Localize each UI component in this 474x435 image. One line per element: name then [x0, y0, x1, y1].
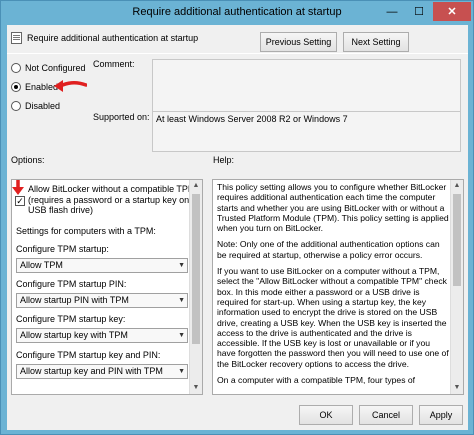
cancel-button[interactable]: Cancel	[359, 405, 413, 425]
chevron-down-icon: ▼	[178, 262, 185, 269]
tpm-key-value: Allow startup key with TPM	[20, 330, 128, 340]
chevron-down-icon: ▼	[178, 297, 185, 304]
annotation-arrow-enabled	[54, 80, 87, 92]
help-scrollbar[interactable]: ▲ ▼	[450, 180, 463, 394]
scroll-thumb[interactable]	[453, 194, 461, 286]
tpm-key-select[interactable]: Allow startup key with TPM ▼	[16, 328, 188, 343]
supported-on-field: At least Windows Server 2008 R2 or Windo…	[152, 111, 461, 152]
scroll-down-icon[interactable]: ▼	[190, 382, 202, 394]
radio-label: Disabled	[25, 101, 61, 111]
help-paragraph: This policy setting allows you to config…	[217, 182, 449, 234]
tpm-pin-label: Configure TPM startup PIN:	[16, 279, 127, 289]
tpm-startup-value: Allow TPM	[20, 260, 63, 270]
help-panel[interactable]: This policy setting allows you to config…	[212, 179, 464, 395]
options-label: Options:	[11, 155, 45, 165]
help-paragraph: If you want to use BitLocker on a comput…	[217, 266, 449, 369]
next-setting-button[interactable]: Next Setting	[343, 32, 409, 52]
scroll-down-icon[interactable]: ▼	[451, 382, 463, 394]
radio-button-selected[interactable]	[11, 82, 21, 92]
previous-setting-button[interactable]: Previous Setting	[260, 32, 337, 52]
allow-without-tpm-checkbox[interactable]: ✓	[15, 196, 25, 206]
allow-without-tpm-label: Allow BitLocker without a compatible TPM…	[28, 184, 197, 216]
chevron-down-icon: ▼	[178, 332, 185, 339]
apply-button[interactable]: Apply	[419, 405, 463, 425]
allow-without-tpm-line1: Allow BitLocker without a compatible TPM	[28, 184, 196, 194]
tpm-startup-label: Configure TPM startup:	[16, 244, 109, 254]
radio-label: Not Configured	[25, 63, 86, 73]
tpm-key-pin-label: Configure TPM startup key and PIN:	[16, 350, 161, 360]
policy-icon	[11, 32, 22, 44]
tpm-settings-heading: Settings for computers with a TPM:	[16, 226, 156, 236]
dialog-window: Require additional authentication at sta…	[0, 0, 474, 435]
header-divider	[7, 53, 468, 54]
radio-disabled[interactable]: Disabled	[11, 101, 60, 111]
radio-not-configured[interactable]: Not Configured	[11, 63, 86, 73]
tpm-key-pin-select[interactable]: Allow startup key and PIN with TPM ▼	[16, 364, 188, 379]
supported-on-label: Supported on:	[93, 112, 150, 122]
tpm-key-label: Configure TPM startup key:	[16, 314, 126, 324]
tpm-key-pin-value: Allow startup key and PIN with TPM	[20, 366, 163, 376]
tpm-pin-select[interactable]: Allow startup PIN with TPM ▼	[16, 293, 188, 308]
options-panel[interactable]: ✓ Allow BitLocker without a compatible T…	[11, 179, 203, 395]
help-paragraph: On a computer with a compatible TPM, fou…	[217, 375, 416, 386]
allow-without-tpm-line3: USB flash drive)	[28, 205, 94, 215]
comment-label: Comment:	[93, 59, 135, 69]
help-text: This policy setting allows you to config…	[217, 182, 450, 391]
help-paragraph: Note: Only one of the additional authent…	[217, 239, 440, 260]
tpm-startup-select[interactable]: Allow TPM ▼	[16, 258, 188, 273]
close-button[interactable]: ✕	[433, 2, 471, 21]
scroll-up-icon[interactable]: ▲	[451, 180, 463, 192]
policy-title: Require additional authentication at sta…	[27, 33, 199, 43]
ok-button[interactable]: OK	[299, 405, 353, 425]
radio-enabled[interactable]: Enabled	[11, 82, 58, 92]
supported-on-value: At least Windows Server 2008 R2 or Windo…	[156, 114, 348, 124]
tpm-pin-value: Allow startup PIN with TPM	[20, 295, 129, 305]
radio-button[interactable]	[11, 101, 21, 111]
scroll-up-icon[interactable]: ▲	[190, 180, 202, 192]
chevron-down-icon: ▼	[178, 368, 185, 375]
dialog-client: Require additional authentication at sta…	[7, 25, 468, 430]
radio-button[interactable]	[11, 63, 21, 73]
help-label: Help:	[213, 155, 235, 165]
maximize-button[interactable]: ☐	[406, 2, 432, 21]
allow-without-tpm-line2: (requires a password or a startup key on…	[28, 194, 197, 205]
options-scrollbar[interactable]: ▲ ▼	[189, 180, 202, 394]
scroll-thumb[interactable]	[192, 194, 200, 344]
title-bar[interactable]: Require additional authentication at sta…	[1, 1, 473, 25]
minimize-button[interactable]: —	[379, 2, 405, 21]
